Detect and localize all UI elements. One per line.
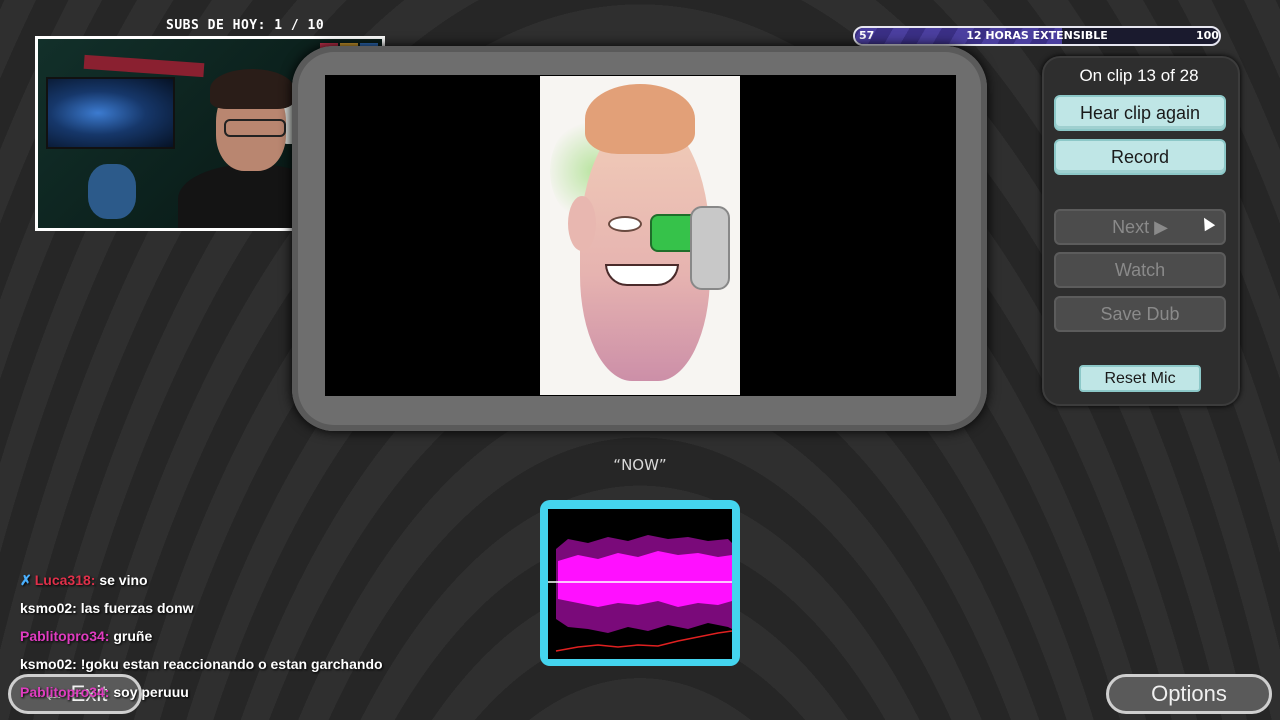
dialogue-line: “NOW” [613, 456, 667, 474]
chat-message: Pablitopro34: gruñe [20, 628, 153, 644]
next-button[interactable]: Next ▶ [1054, 209, 1226, 245]
subs-counter: SUBS DE HOY: 1 / 10 [166, 18, 325, 33]
chat-message: Pablitopro34: soy peruuu [20, 684, 189, 700]
chat-overlay: ✗ Luca318: se vino ksmo02: las fuerzas do… [20, 566, 383, 706]
watch-button[interactable]: Watch [1054, 252, 1226, 288]
chat-message: ksmo02: las fuerzas donw [20, 600, 194, 616]
sword-icon: ✗ [20, 572, 32, 588]
background-monitor [46, 77, 175, 149]
goal-meter-max: 100 [1196, 29, 1219, 42]
save-dub-button[interactable]: Save Dub [1054, 296, 1226, 332]
clip-counter: On clip 13 of 28 [1079, 66, 1199, 85]
goal-meter-label: 12 HORAS EXTENSIBLE [966, 29, 1108, 42]
reset-mic-button[interactable]: Reset Mic [1079, 365, 1201, 392]
record-button[interactable]: Record [1054, 139, 1226, 175]
video-clip-image [540, 76, 740, 395]
hear-clip-again-button[interactable]: Hear clip again [1054, 95, 1226, 131]
chat-message: ✗ Luca318: se vino [20, 572, 148, 588]
waveform-display [548, 509, 732, 659]
options-button[interactable]: Options [1106, 674, 1272, 714]
waveform-graph [548, 535, 732, 652]
